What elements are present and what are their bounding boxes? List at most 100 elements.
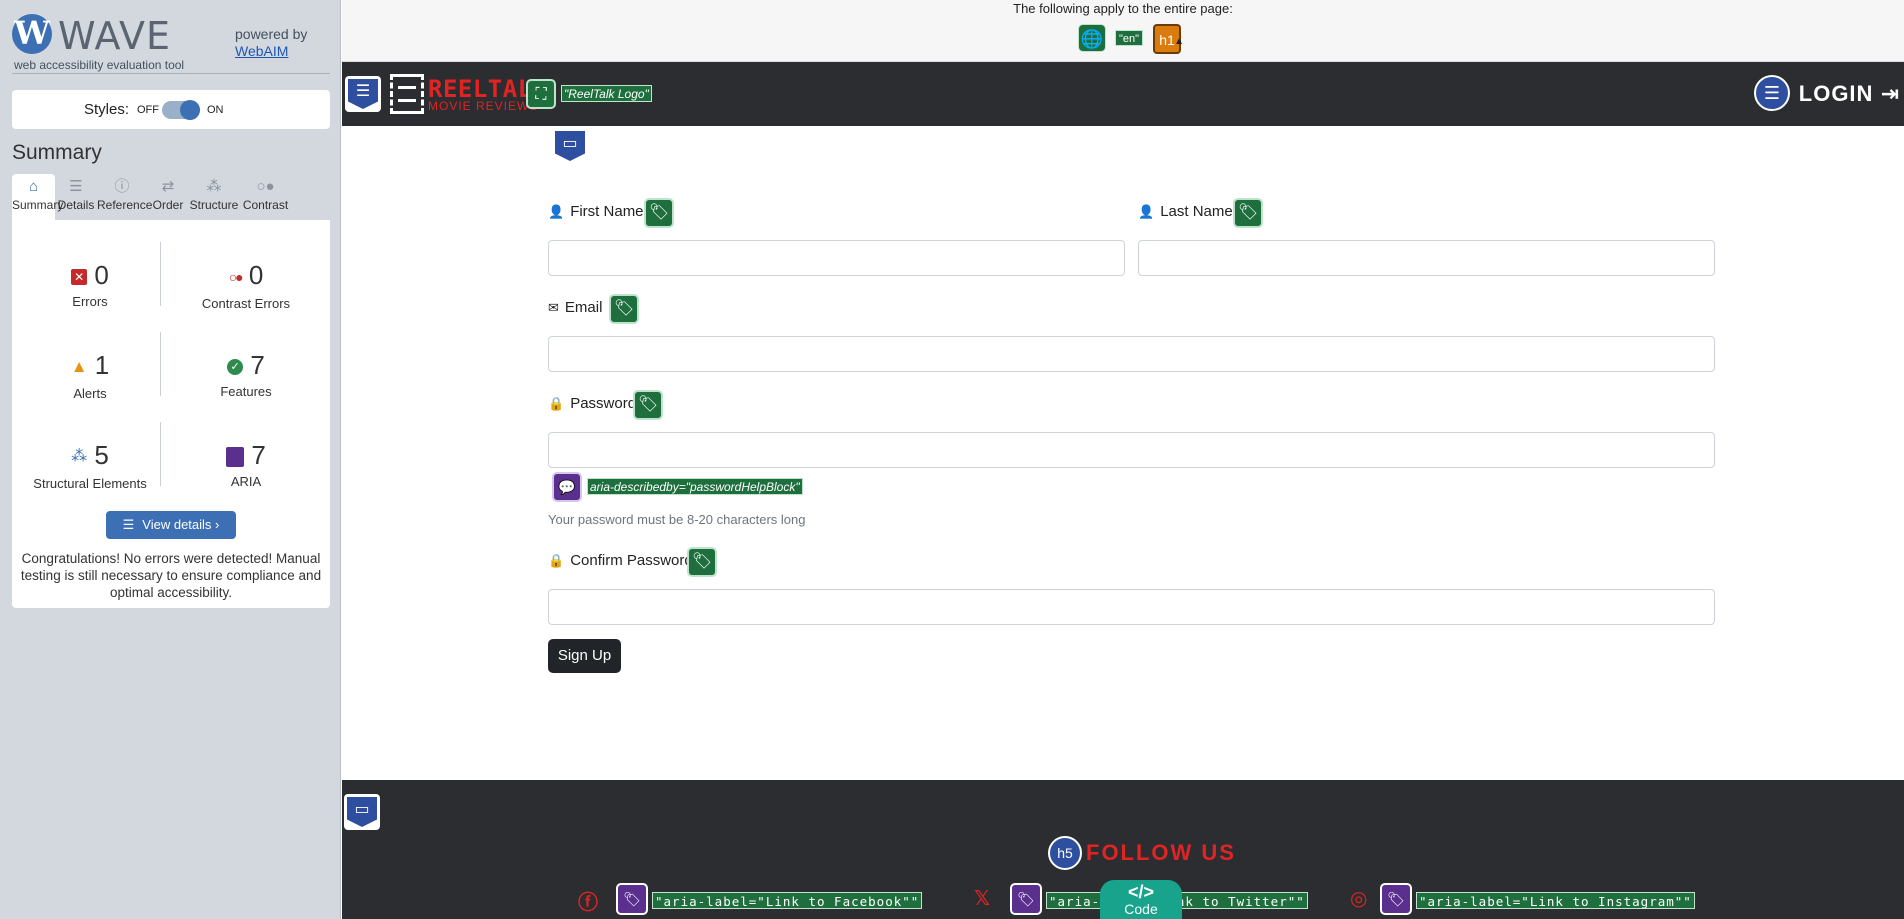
tab-label: Order <box>152 198 184 212</box>
h1-badge-text: h1 <box>1159 32 1175 48</box>
wave-logo-icon: W <box>12 14 52 54</box>
x-twitter-icon[interactable]: 𝕏 <box>974 886 990 911</box>
structural-count: 5 <box>94 440 109 470</box>
errors-label: Errors <box>72 294 108 309</box>
login-link[interactable]: LOGIN ⇥ <box>1799 81 1900 107</box>
form-label-tag-icon[interactable]: 🏷 <box>609 294 639 324</box>
styles-label: Styles: <box>84 101 130 118</box>
main-region-icon[interactable]: ▭ <box>552 128 588 164</box>
image-alt-icon[interactable]: ⛶ <box>526 79 556 109</box>
tab-label: Contrast <box>242 198 289 212</box>
page-notice-bar: The following apply to the entire page: … <box>342 0 1904 62</box>
email-input[interactable] <box>548 336 1715 372</box>
list-icon: ☰ <box>69 178 83 195</box>
form-label-tag-icon[interactable]: 🏷 <box>633 390 663 420</box>
styles-toggle[interactable] <box>162 100 200 120</box>
h5-heading-icon[interactable]: h5 <box>1048 836 1082 870</box>
alerts-count: 1 <box>94 350 110 380</box>
home-icon: ⌂ <box>28 178 39 195</box>
last-name-input[interactable] <box>1138 240 1715 276</box>
unordered-list-icon[interactable]: ☰ <box>1754 75 1790 111</box>
form-label-tag-icon[interactable]: 🏷 <box>644 198 674 228</box>
code-label: Code <box>1124 901 1158 917</box>
summary-title: Summary <box>12 141 102 164</box>
contrast-errors-label: Contrast Errors <box>201 296 291 312</box>
instagram-icon[interactable]: ◎ <box>1350 886 1367 911</box>
tab-reference[interactable]: ⓘ Reference <box>97 174 153 220</box>
structural-label: Structural Elements <box>33 476 147 492</box>
info-icon: ⓘ <box>114 178 130 195</box>
aria-label-icon[interactable]: 🏷 <box>616 883 648 915</box>
tab-label: Details <box>57 198 95 212</box>
login-label: LOGIN <box>1798 81 1874 106</box>
brand-subtitle: MOVIE REVIEWS <box>428 99 539 113</box>
code-view-button[interactable]: </> Code <box>1100 880 1182 919</box>
contrast-errors-count: 0 <box>248 260 264 290</box>
webaim-link[interactable]: WebAIM <box>235 43 288 59</box>
facebook-icon[interactable]: ⓕ <box>578 886 598 915</box>
toggle-knob <box>180 100 200 120</box>
last-name-text: Last Name <box>1160 203 1233 220</box>
password-label: 🔒 Password <box>548 395 636 412</box>
wave-title: WAVE <box>58 14 172 58</box>
password-text: Password <box>570 395 637 412</box>
stat-alerts[interactable]: ▲ 1 Alerts <box>20 350 160 401</box>
logo-alt-text: "ReelTalk Logo" <box>561 85 652 102</box>
first-name-text: First Name <box>570 203 644 220</box>
view-details-label: View details › <box>142 517 220 532</box>
login-arrow-icon: ⇥ <box>1880 81 1900 106</box>
stat-aria[interactable]: 7 ARIA <box>176 440 316 489</box>
warning-icon: ▲ <box>1174 36 1184 47</box>
aria-label: ARIA <box>230 474 262 489</box>
tab-label: Reference <box>97 198 153 212</box>
structure-icon: ⁂ <box>71 448 88 466</box>
stat-contrast-errors[interactable]: ○● 0 Contrast Errors <box>176 260 316 311</box>
email-text: Email <box>564 299 603 316</box>
email-label: ✉ Email <box>548 299 602 316</box>
styles-off-label: OFF <box>137 104 159 116</box>
confirm-password-input[interactable] <box>548 589 1715 625</box>
contrast-icon: ○● <box>256 178 275 195</box>
language-badge[interactable]: "en" <box>1115 30 1144 46</box>
view-details-button[interactable]: ☰ View details › <box>106 511 236 539</box>
tab-order[interactable]: ⇄ Order <box>149 174 187 220</box>
user-icon: 👤 <box>548 204 565 219</box>
tab-contrast[interactable]: ○● Contrast <box>241 174 290 220</box>
stat-structural[interactable]: ⁂ 5 Structural Elements <box>20 440 160 491</box>
stat-features[interactable]: ✓ 7 Features <box>176 350 316 399</box>
divider <box>160 242 161 306</box>
first-name-input[interactable] <box>548 240 1125 276</box>
aria-label-icon[interactable]: 🏷 <box>1010 883 1042 915</box>
instagram-aria-label: "aria-label="Link to Instagram"" <box>1416 892 1695 909</box>
password-input[interactable] <box>548 432 1715 468</box>
error-icon: ✕ <box>71 269 88 286</box>
form-label-tag-icon[interactable]: 🏷 <box>1233 198 1263 228</box>
styles-toggle-box: Styles: OFF ON <box>12 90 330 129</box>
alert-icon: ▲ <box>70 357 88 377</box>
alerts-label: Alerts <box>73 386 107 402</box>
aria-label-icon[interactable]: 🏷 <box>1380 883 1412 915</box>
form-label-tag-icon[interactable]: 🏷 <box>687 547 717 577</box>
h1-alert-icon[interactable]: h1 ▲ <box>1153 24 1184 54</box>
feature-check-icon: ✓ <box>227 359 244 376</box>
tab-structure[interactable]: ⁂ Structure <box>189 174 239 220</box>
aria-describedby-icon[interactable]: 💬 <box>552 472 582 502</box>
list-icon: ☰ <box>122 517 135 532</box>
tab-details[interactable]: ☰ Details <box>57 174 95 220</box>
wave-subtitle: web accessibility evaluation tool <box>14 58 185 72</box>
user-icon: 👤 <box>1138 204 1155 219</box>
confirm-password-text: Confirm Password <box>570 552 693 569</box>
sign-up-button[interactable]: Sign Up <box>548 639 621 673</box>
congrats-message: Congratulations! No errors were detected… <box>20 551 322 600</box>
header-region-icon[interactable]: ☰ <box>345 76 381 112</box>
styles-on-label: ON <box>207 104 224 116</box>
stat-errors[interactable]: ✕ 0 Errors <box>20 260 160 309</box>
film-strip-icon <box>390 74 424 114</box>
tab-summary[interactable]: ⌂ Summary <box>12 174 63 220</box>
language-globe-icon[interactable]: 🌐 <box>1078 24 1106 52</box>
aria-describedby-text: aria-describedby="passwordHelpBlock" <box>587 478 803 495</box>
nav-right: ☰ LOGIN ⇥ <box>1750 75 1900 113</box>
last-name-label: 👤 Last Name <box>1138 203 1233 220</box>
wave-header: W WAVE web accessibility evaluation tool… <box>12 12 330 74</box>
footer-region-icon[interactable]: ▭ <box>344 794 380 830</box>
